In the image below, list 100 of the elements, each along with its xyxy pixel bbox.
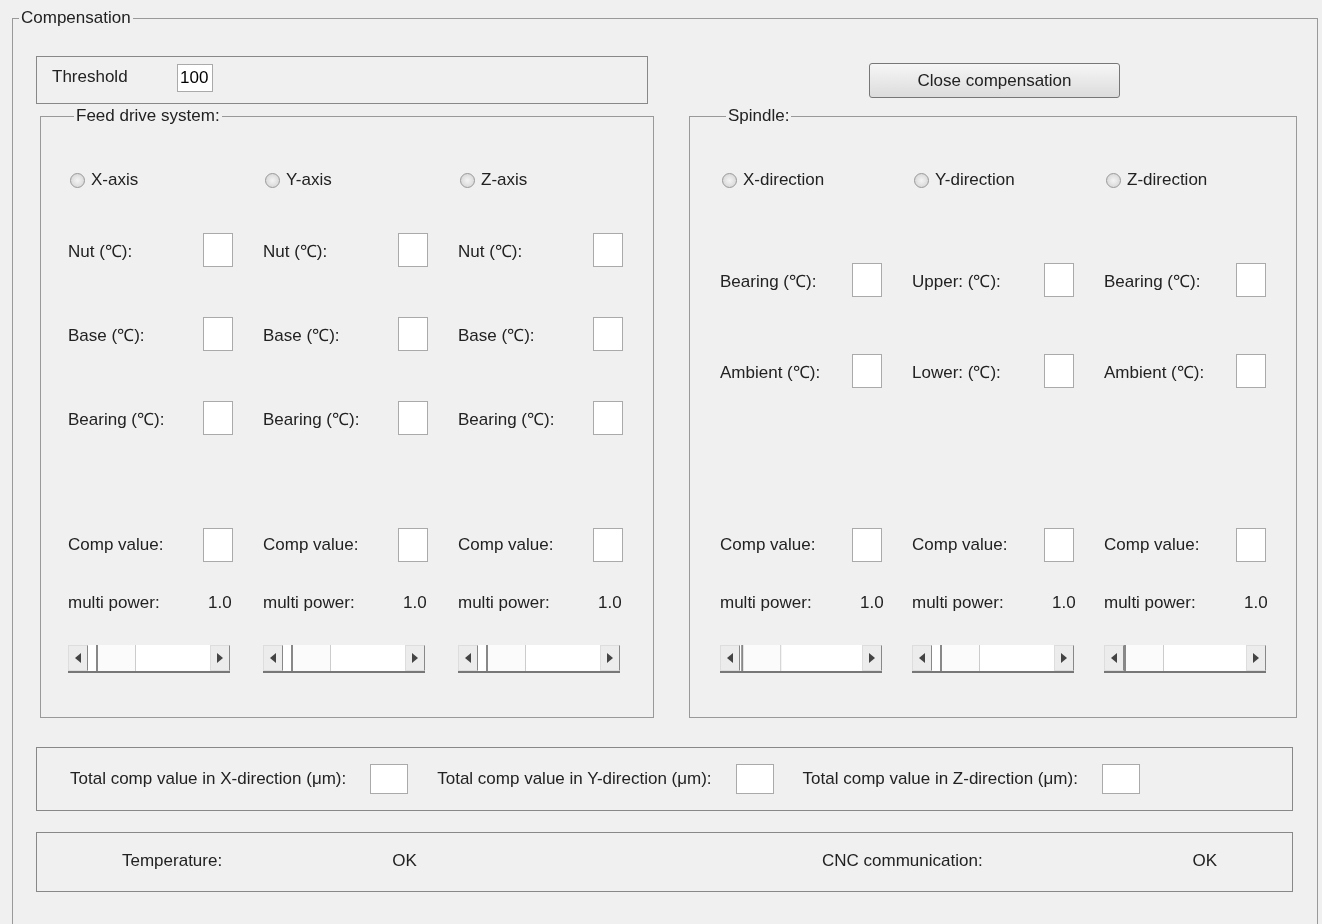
sensor-label: Bearing (℃): [720,270,818,292]
radio-button[interactable] [722,172,737,188]
left-arrow-icon [75,653,81,663]
multi-power-label: multi power: [1104,593,1197,614]
sensor-field[interactable] [852,354,882,388]
slider[interactable] [1104,645,1266,673]
slider[interactable] [263,645,425,673]
multi-power-label: multi power: [912,593,1005,614]
sensor-field[interactable] [398,401,428,435]
sensor-field[interactable] [398,233,428,267]
right-arrow-icon [1253,653,1259,663]
sensor-field[interactable] [1236,354,1266,388]
left-arrow-icon [270,653,276,663]
sensor-field[interactable] [593,401,623,435]
radio-label[interactable]: Z-axis [481,170,528,190]
sensor-label: Bearing (℃): [263,408,361,430]
sensor-field[interactable] [593,233,623,267]
radio-label[interactable]: Z-direction [1127,170,1208,190]
multi-power-value: 1.0 [1244,593,1268,614]
left-arrow-button[interactable] [68,645,88,671]
right-arrow-button[interactable] [600,645,620,671]
total-field[interactable] [370,764,409,794]
radio-button[interactable] [914,172,929,188]
radio-button[interactable] [70,172,85,188]
status-label: CNC communication: [822,851,983,871]
left-arrow-button[interactable] [912,645,932,671]
left-arrow-button[interactable] [1104,645,1124,671]
comp-value-field[interactable] [852,528,882,562]
right-arrow-button[interactable] [210,645,230,671]
slider-thumb[interactable] [1124,645,1164,671]
radio-button[interactable] [1106,172,1121,188]
sensor-field[interactable] [203,317,233,351]
comp-value-field[interactable] [1044,528,1074,562]
slider-thumb[interactable] [96,645,137,671]
sensor-field[interactable] [852,263,882,297]
slider-thumb[interactable] [291,645,332,671]
radio-label[interactable]: Y-axis [286,170,332,190]
comp-value-label: Comp value: [912,535,1009,555]
left-arrow-button[interactable] [458,645,478,671]
slider-thumb[interactable] [486,645,527,671]
comp-value-label: Comp value: [458,535,555,555]
group-title: Spindle: [727,106,791,126]
threshold-field[interactable]: 100 [177,64,213,92]
comp-value-field[interactable] [398,528,428,562]
sensor-field[interactable] [1044,354,1074,388]
close-compensation-button[interactable]: Close compensation [869,63,1120,98]
left-arrow-icon [465,653,471,663]
comp-value-field[interactable] [593,528,623,562]
slider-thumb[interactable] [741,645,782,671]
radio-button[interactable] [265,172,280,188]
sensor-label: Base (℃): [458,324,536,346]
right-arrow-button[interactable] [405,645,425,671]
sensor-label: Bearing (℃): [68,408,166,430]
sensor-field[interactable] [593,317,623,351]
sensor-label: Ambient (℃): [720,361,822,383]
comp-value-label: Comp value: [720,535,817,555]
sensor-label: Nut (℃): [263,240,329,262]
radio-label[interactable]: Y-direction [935,170,1015,190]
total-label: Total comp value in Z-direction (μm): [802,769,1078,789]
sensor-label: Lower: (℃): [912,361,1002,383]
group-title: Compensation [20,8,132,28]
group-title: Feed drive system: [75,106,221,126]
slider-thumb[interactable] [940,645,981,671]
radio-button[interactable] [460,172,475,188]
left-arrow-icon [727,653,733,663]
threshold-label: Threshold [52,67,129,87]
status-label: Temperature: [122,851,223,871]
slider[interactable] [458,645,620,673]
left-arrow-button[interactable] [263,645,283,671]
right-arrow-button[interactable] [1054,645,1074,671]
sensor-label: Base (℃): [68,324,146,346]
total-field[interactable] [1101,764,1140,794]
total-label: Total comp value in Y-direction (μm): [437,769,712,789]
sensor-label: Bearing (℃): [1104,270,1202,292]
right-arrow-icon [869,653,875,663]
slider[interactable] [912,645,1074,673]
sensor-field[interactable] [203,233,233,267]
left-arrow-icon [1111,653,1117,663]
multi-power-label: multi power: [68,593,161,614]
left-arrow-icon [919,653,925,663]
comp-value-field[interactable] [203,528,233,562]
comp-value-field[interactable] [1236,528,1266,562]
right-arrow-icon [217,653,223,663]
left-arrow-button[interactable] [720,645,740,671]
slider[interactable] [720,645,882,673]
radio-label[interactable]: X-axis [91,170,139,190]
sensor-label: Bearing (℃): [458,408,556,430]
right-arrow-button[interactable] [862,645,882,671]
sensor-field[interactable] [203,401,233,435]
total-label: Total comp value in X-direction (μm): [70,769,347,789]
sensor-label: Nut (℃): [68,240,134,262]
sensor-field[interactable] [1236,263,1266,297]
sensor-field[interactable] [398,317,428,351]
total-field[interactable] [735,764,774,794]
status-value: OK [392,851,417,871]
right-arrow-icon [607,653,613,663]
sensor-field[interactable] [1044,263,1074,297]
right-arrow-button[interactable] [1246,645,1266,671]
slider[interactable] [68,645,230,673]
radio-label[interactable]: X-direction [743,170,825,190]
